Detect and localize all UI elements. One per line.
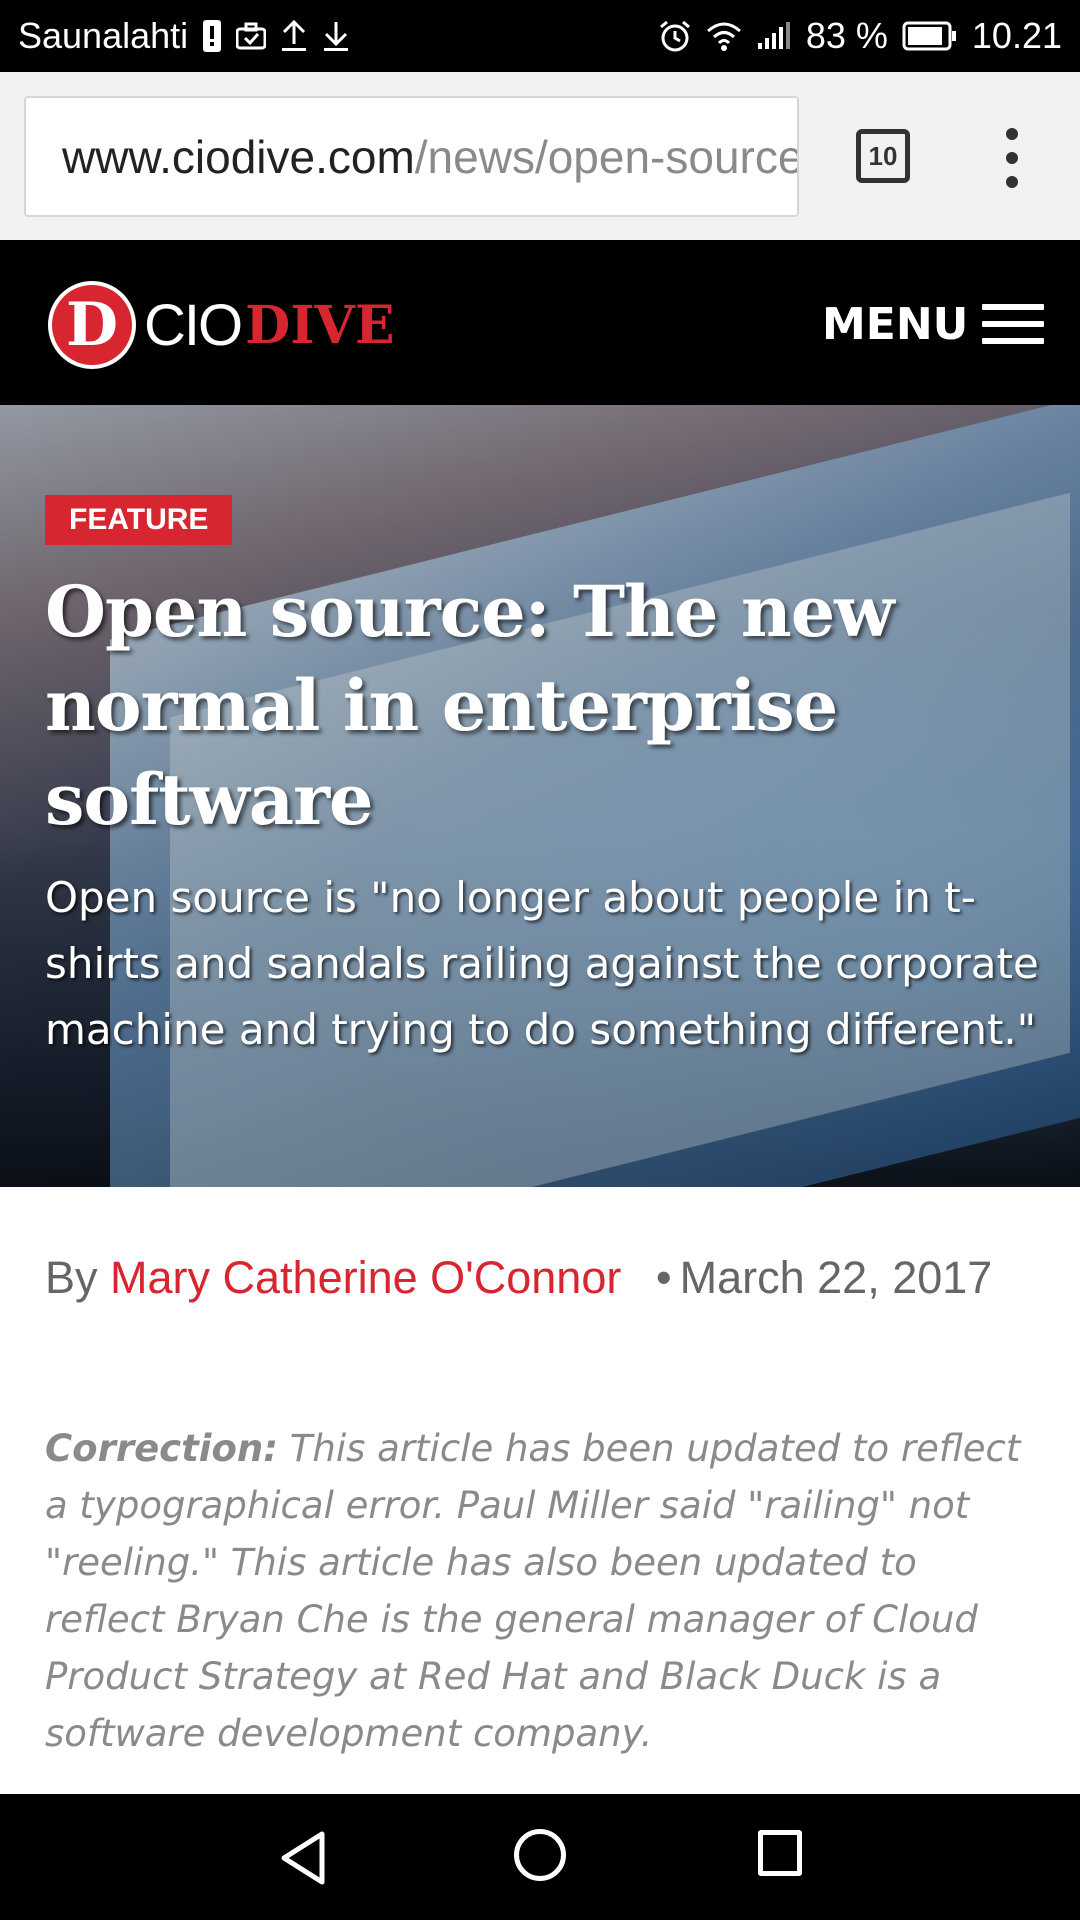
sim-alert-icon — [202, 19, 222, 53]
correction-text: This article has been updated to reflect… — [45, 1427, 1021, 1755]
byline-by: By — [45, 1252, 98, 1303]
url-host: www.ciodive.com — [62, 130, 415, 183]
browser-toolbar: www.ciodive.com/news/open-source-the-new… — [0, 72, 1080, 240]
carrier-name: Saunalahti — [18, 15, 189, 56]
download-icon — [322, 20, 350, 52]
status-bar: Saunalahti 83 % 10.21 — [0, 0, 1080, 72]
alarm-icon — [658, 19, 692, 53]
home-icon[interactable] — [514, 1829, 566, 1881]
logo-cio-text: CIO — [144, 292, 243, 358]
url-path: /news/open-source-the-new-normal-in-ente… — [414, 130, 797, 183]
briefcase-icon — [236, 22, 267, 50]
back-icon[interactable] — [278, 1830, 330, 1886]
signal-icon — [756, 21, 792, 51]
menu-label: MENU — [822, 298, 969, 350]
article-title: Open source: The new normal in enterpris… — [45, 570, 895, 841]
upload-icon — [280, 20, 308, 52]
correction-note: Correction: This article has been update… — [45, 1420, 1045, 1762]
publish-date: March 22, 2017 — [679, 1252, 993, 1303]
battery-percent: 83 % — [805, 15, 888, 56]
tabs-icon[interactable]: 10 — [856, 129, 910, 183]
site-logo[interactable]: D CIO DIVE — [48, 280, 395, 370]
hamburger-icon — [982, 304, 1045, 344]
tab-count: 10 — [868, 140, 898, 171]
byline: By Mary Catherine O'Connor • March 22, 20… — [45, 1252, 1055, 1304]
logo-badge: D — [48, 281, 136, 369]
author-link[interactable]: Mary Catherine O'Connor — [110, 1252, 621, 1303]
byline-separator: • — [655, 1252, 672, 1303]
menu-button[interactable]: MENU — [822, 294, 1045, 354]
system-nav-bar — [0, 1794, 1080, 1920]
clock: 10.21 — [971, 15, 1062, 56]
logo-dive-text: DIVE — [245, 294, 395, 356]
battery-icon — [902, 21, 958, 51]
recents-icon[interactable] — [758, 1830, 802, 1876]
wifi-icon — [706, 21, 742, 51]
feature-badge[interactable]: FEATURE — [45, 495, 233, 545]
address-bar[interactable]: www.ciodive.com/news/open-source-the-new… — [24, 96, 799, 217]
correction-label: Correction: — [45, 1427, 279, 1470]
hero-image: FEATURE Open source: The new normal in e… — [0, 405, 1080, 1187]
article-dek: Open source is "no longer about people i… — [45, 873, 1039, 1054]
overflow-menu-icon[interactable] — [994, 128, 1030, 188]
